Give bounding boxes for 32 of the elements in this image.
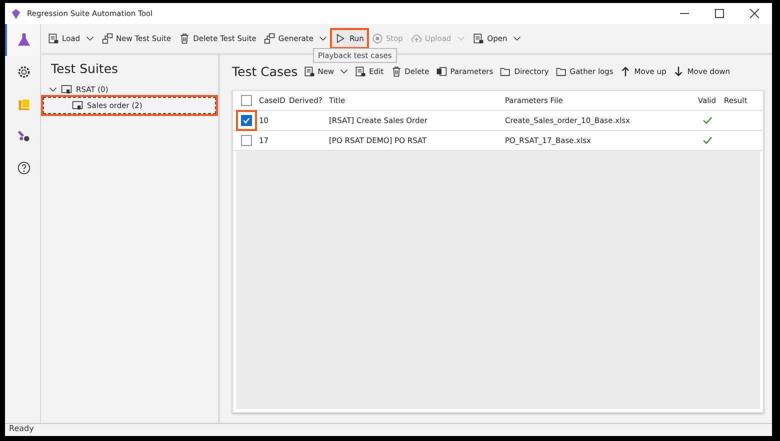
arrow-up-icon bbox=[620, 66, 632, 77]
checkbox[interactable] bbox=[240, 135, 252, 146]
form-icon bbox=[304, 66, 315, 77]
help-icon bbox=[16, 161, 30, 175]
panel-title: Test Cases bbox=[232, 64, 298, 79]
cloud-upload-icon bbox=[410, 33, 422, 44]
suite-icon bbox=[72, 100, 83, 111]
play-icon bbox=[335, 33, 346, 44]
trash-icon bbox=[179, 33, 190, 44]
arrow-down-icon bbox=[673, 66, 684, 77]
flask-icon bbox=[16, 33, 30, 47]
folder-icon bbox=[500, 66, 512, 77]
chevron-icon[interactable] bbox=[49, 87, 57, 92]
form-icon bbox=[473, 33, 484, 44]
form-icon bbox=[48, 33, 59, 44]
folder-icon bbox=[556, 66, 567, 77]
stop-icon bbox=[372, 33, 383, 44]
app-logo-icon bbox=[11, 8, 21, 18]
hierarchy-icon bbox=[102, 33, 113, 44]
suite-icon bbox=[61, 84, 72, 95]
status-text: Ready bbox=[5, 423, 772, 436]
settings-icon bbox=[16, 65, 30, 79]
tools-icon bbox=[16, 129, 30, 143]
nav-button[interactable] bbox=[5, 24, 40, 56]
checkbox[interactable] bbox=[240, 95, 252, 106]
stack-icon bbox=[16, 97, 30, 111]
checkbox[interactable] bbox=[240, 115, 252, 126]
form-icon bbox=[355, 66, 366, 77]
trash-icon bbox=[390, 66, 402, 77]
panel-title: Test Suites bbox=[50, 61, 120, 76]
hierarchy-icon bbox=[264, 33, 276, 44]
spreadsheet-icon bbox=[436, 66, 448, 77]
